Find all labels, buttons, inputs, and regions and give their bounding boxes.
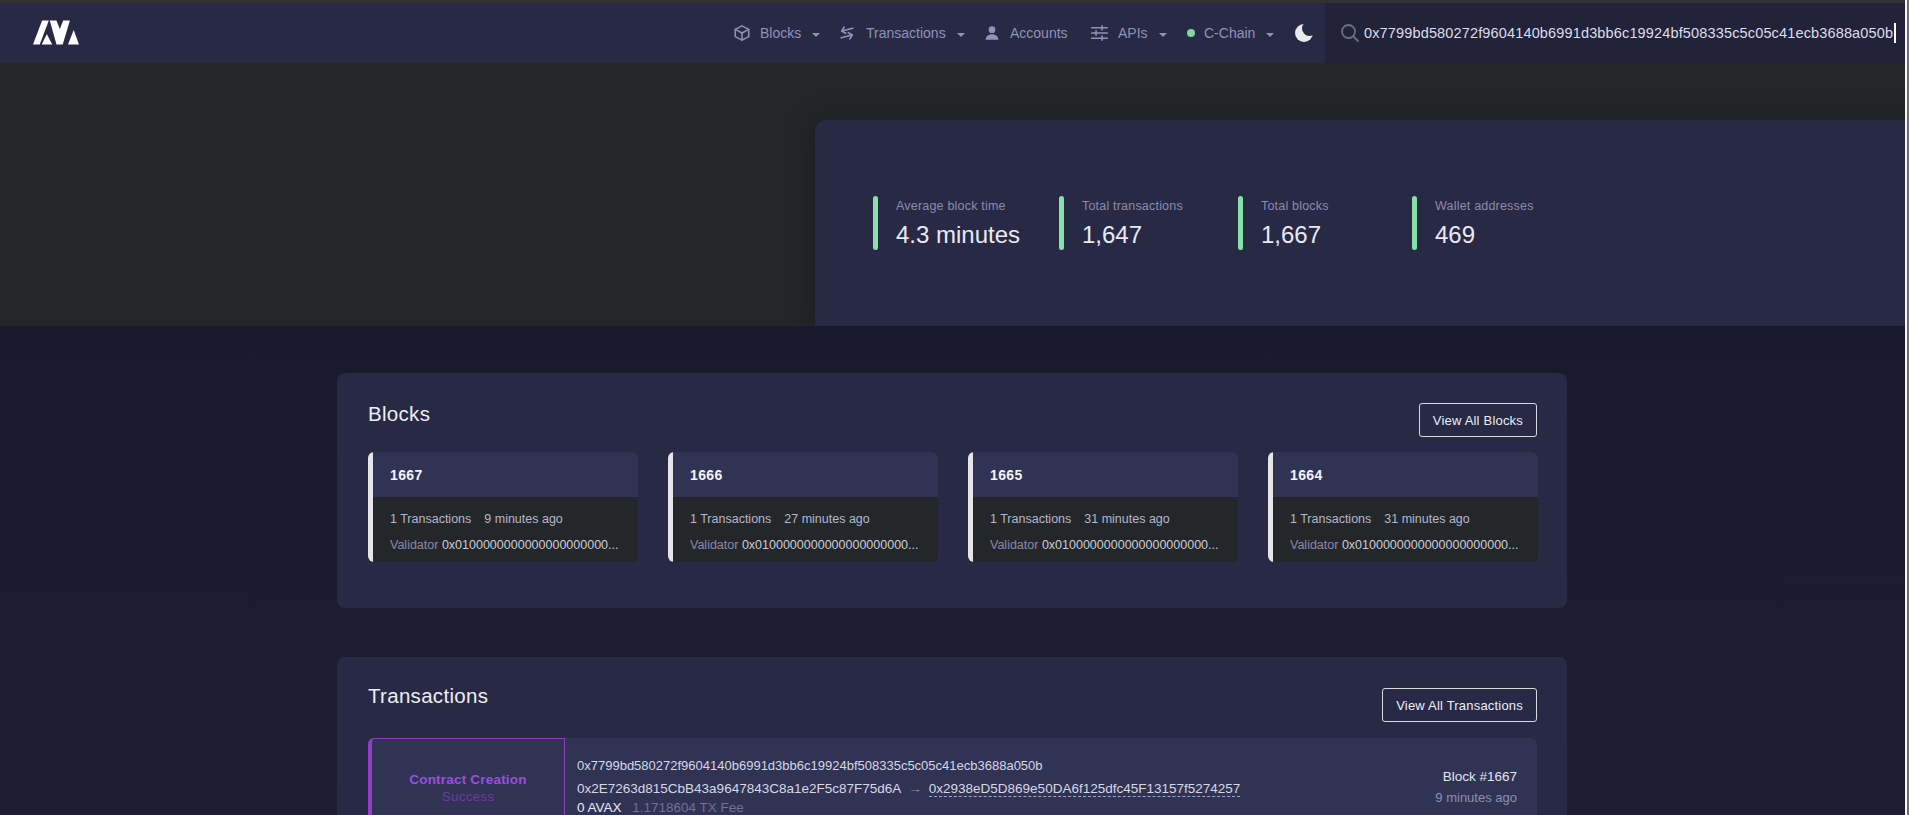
stat-total-blocks: Total blocks 1,667 (1238, 196, 1329, 250)
block-number[interactable]: 1664 (1290, 467, 1323, 483)
nav-item-label: Transactions (866, 25, 946, 41)
block-number[interactable]: 1665 (990, 467, 1023, 483)
stat-accent-bar (1059, 196, 1064, 250)
navbar: Blocks Transactions Accounts (0, 3, 1909, 63)
stat-value: 4.3 minutes (896, 220, 1020, 250)
stat-label: Average block time (896, 199, 1020, 214)
transfer-icon (837, 23, 857, 43)
transaction-fee: 1.1718604 TX Fee (632, 800, 744, 815)
transaction-block-link[interactable]: Block #1667 (1443, 769, 1517, 785)
block-tx-count: 1 Transactions (690, 512, 771, 526)
nav-item-blocks[interactable]: Blocks (733, 3, 820, 63)
nav-item-label: Blocks (760, 25, 801, 41)
cube-icon (733, 24, 751, 42)
block-accent-bar (368, 452, 373, 562)
nav-item-label: Accounts (1010, 25, 1068, 41)
transaction-type: Contract Creation (372, 771, 564, 788)
chevron-down-icon (812, 33, 820, 37)
chevron-down-icon (1159, 33, 1167, 37)
green-dot-icon (1187, 29, 1195, 37)
nav-item-label: C-Chain (1204, 25, 1255, 41)
person-icon (983, 24, 1001, 42)
stat-average-block-time: Average block time 4.3 minutes (873, 196, 1020, 250)
block-accent-bar (968, 452, 973, 562)
block-tx-count: 1 Transactions (390, 512, 471, 526)
nav-item-transactions[interactable]: Transactions (837, 3, 965, 63)
search-input[interactable]: 0x7799bd580272f9604140b6991d3bb6c19924bf… (1364, 25, 1893, 41)
stat-total-transactions: Total transactions 1,647 (1059, 196, 1183, 250)
stat-accent-bar (873, 196, 878, 250)
page-scrollbar[interactable] (1905, 0, 1909, 815)
validator-address[interactable]: 0x0100000000000000000000... (1042, 538, 1219, 552)
transaction-age: 9 minutes ago (1435, 790, 1517, 806)
block-accent-bar (668, 452, 673, 562)
stat-value: 1,667 (1261, 220, 1329, 250)
block-age: 9 minutes ago (484, 512, 563, 526)
block-tx-count: 1 Transactions (1290, 512, 1371, 526)
transactions-title: Transactions (368, 684, 488, 708)
block-accent-bar (1268, 452, 1273, 562)
block-card-1667[interactable]: 1667 1 Transactions 9 minutes ago Validat… (368, 452, 638, 562)
nav-item-label: APIs (1118, 25, 1148, 41)
stat-accent-bar (1238, 196, 1243, 250)
block-card-1664[interactable]: 1664 1 Transactions 31 minutes ago Valida… (1268, 452, 1538, 562)
validator-label: Validator (390, 538, 438, 552)
block-age: 31 minutes ago (1384, 512, 1469, 526)
transaction-to-address[interactable]: 0x2938eD5D869e50DA6f125dfc45F13157f52742… (929, 781, 1241, 797)
transaction-row[interactable]: Contract Creation Success 0x7799bd580272… (368, 738, 1537, 815)
block-list: 1667 1 Transactions 9 minutes ago Validat… (368, 452, 1538, 562)
block-age: 31 minutes ago (1084, 512, 1169, 526)
stat-label: Total blocks (1261, 199, 1329, 214)
view-all-transactions-button[interactable]: View All Transactions (1382, 688, 1537, 722)
block-number[interactable]: 1667 (390, 467, 423, 483)
hero-section: Average block time 4.3 minutes Total tra… (0, 63, 1909, 326)
nav-item-accounts[interactable]: Accounts (983, 3, 1068, 63)
theme-toggle[interactable] (1293, 3, 1315, 63)
search-bar[interactable]: 0x7799bd580272f9604140b6991d3bb6c19924bf… (1325, 3, 1909, 63)
block-number[interactable]: 1666 (690, 467, 723, 483)
transaction-status: Success (372, 788, 564, 805)
main-content: Blocks View All Blocks 1667 1 Transactio… (0, 326, 1909, 815)
blocks-title: Blocks (368, 402, 430, 426)
chevron-down-icon (957, 33, 965, 37)
validator-address[interactable]: 0x0100000000000000000000... (742, 538, 919, 552)
nav-item-c-chain[interactable]: C-Chain (1187, 3, 1274, 63)
stat-wallet-addresses: Wallet addresses 469 (1412, 196, 1534, 250)
validator-label: Validator (690, 538, 738, 552)
stat-label: Total transactions (1082, 199, 1183, 214)
avalanche-logo-icon[interactable] (33, 17, 79, 45)
validator-label: Validator (990, 538, 1038, 552)
search-icon (1339, 22, 1361, 44)
block-age: 27 minutes ago (784, 512, 869, 526)
validator-address[interactable]: 0x0100000000000000000000... (1342, 538, 1519, 552)
blocks-card: Blocks View All Blocks 1667 1 Transactio… (337, 373, 1567, 608)
validator-address[interactable]: 0x0100000000000000000000... (442, 538, 619, 552)
stats-panel: Average block time 4.3 minutes Total tra… (815, 120, 1909, 326)
stat-label: Wallet addresses (1435, 199, 1534, 214)
sliders-icon (1090, 24, 1109, 42)
arrow-right-icon: → (908, 781, 922, 796)
transaction-hash[interactable]: 0x7799bd580272f9604140b6991d3bb6c19924bf… (577, 758, 1043, 774)
text-cursor (1894, 23, 1896, 43)
validator-label: Validator (1290, 538, 1338, 552)
block-card-1666[interactable]: 1666 1 Transactions 27 minutes ago Valida… (668, 452, 938, 562)
transaction-status-cell: Contract Creation Success (368, 738, 565, 815)
transaction-value: 0 AVAX (577, 800, 622, 815)
moon-icon (1293, 22, 1315, 44)
block-tx-count: 1 Transactions (990, 512, 1071, 526)
stat-accent-bar (1412, 196, 1417, 250)
stat-value: 469 (1435, 220, 1534, 250)
chevron-down-icon (1266, 33, 1274, 37)
view-all-blocks-button[interactable]: View All Blocks (1419, 403, 1537, 437)
nav-item-apis[interactable]: APIs (1090, 3, 1167, 63)
transactions-card: Transactions View All Transactions Contr… (337, 657, 1567, 815)
transaction-from-address[interactable]: 0x2E7263d815CbB43a9647843C8a1e2F5c87F75d… (577, 781, 901, 796)
stat-value: 1,647 (1082, 220, 1183, 250)
block-card-1665[interactable]: 1665 1 Transactions 31 minutes ago Valida… (968, 452, 1238, 562)
